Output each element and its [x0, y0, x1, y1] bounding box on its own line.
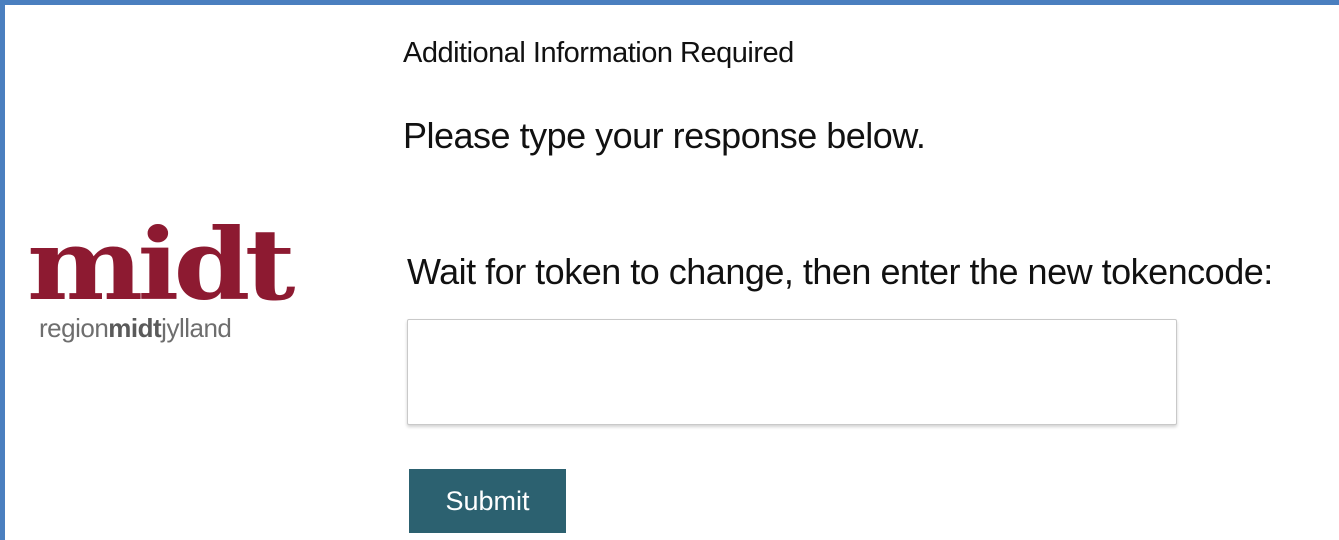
auth-page: midt regionmidtjylland Additional Inform… [0, 0, 1339, 540]
region-midtjylland-logo: midt regionmidtjylland [27, 217, 309, 344]
instruction-text: Please type your response below. [403, 115, 926, 156]
logo-wordmark: midt [27, 208, 295, 323]
tokencode-prompt: Wait for token to change, then enter the… [407, 251, 1273, 292]
submit-button[interactable]: Submit [409, 469, 566, 533]
page-heading: Additional Information Required [403, 37, 794, 69]
tokencode-input[interactable] [407, 319, 1177, 425]
